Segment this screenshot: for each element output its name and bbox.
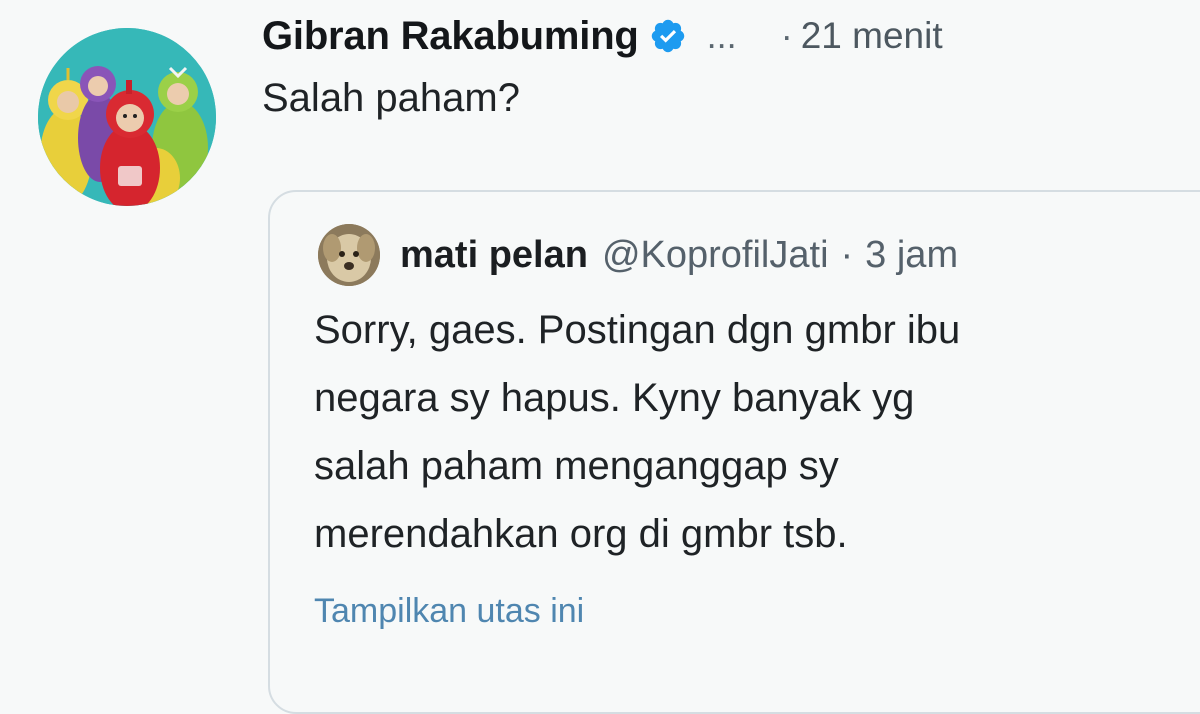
- quoted-text-line: negara sy hapus. Kyny banyak yg: [314, 376, 915, 420]
- display-name[interactable]: Gibran Rakabuming: [262, 14, 639, 59]
- teletubbies-avatar-image: [38, 28, 216, 206]
- quoted-handle[interactable]: @KoprofilJati: [602, 234, 829, 277]
- tweet-text: Salah paham?: [262, 76, 520, 120]
- verified-badge-icon: [649, 17, 687, 55]
- profile-avatar[interactable]: [38, 28, 216, 206]
- show-thread-link[interactable]: Tampilkan utas ini: [314, 592, 584, 631]
- quoted-separator-dot: ·: [840, 233, 854, 276]
- dog-avatar-image: [318, 224, 380, 286]
- quoted-text-line: salah paham menganggap sy: [314, 444, 839, 488]
- quoted-tweet-text: Sorry, gaes. Postingan dgn gmbr ibu nega…: [314, 296, 1194, 568]
- quoted-avatar[interactable]: [318, 224, 380, 286]
- quoted-display-name[interactable]: mati pelan: [400, 234, 588, 277]
- tweet-timestamp[interactable]: 21 menit: [801, 15, 943, 57]
- quoted-tweet-card[interactable]: mati pelan @KoprofilJati · 3 jam Sorry, …: [268, 190, 1200, 714]
- separator-dot: ·: [780, 15, 793, 56]
- quoted-tweet-header: mati pelan @KoprofilJati · 3 jam: [400, 222, 958, 288]
- quoted-timestamp[interactable]: 3 jam: [865, 234, 958, 277]
- quoted-text-line: merendahkan org di gmbr tsb.: [314, 512, 848, 556]
- tweet: Gibran Rakabuming ... · 21 menit Salah p…: [0, 0, 1200, 714]
- quoted-text-line: Sorry, gaes. Postingan dgn gmbr ibu: [314, 308, 961, 352]
- tweet-header: Gibran Rakabuming ... · 21 menit: [262, 6, 943, 66]
- handle-truncated: ...: [706, 15, 737, 56]
